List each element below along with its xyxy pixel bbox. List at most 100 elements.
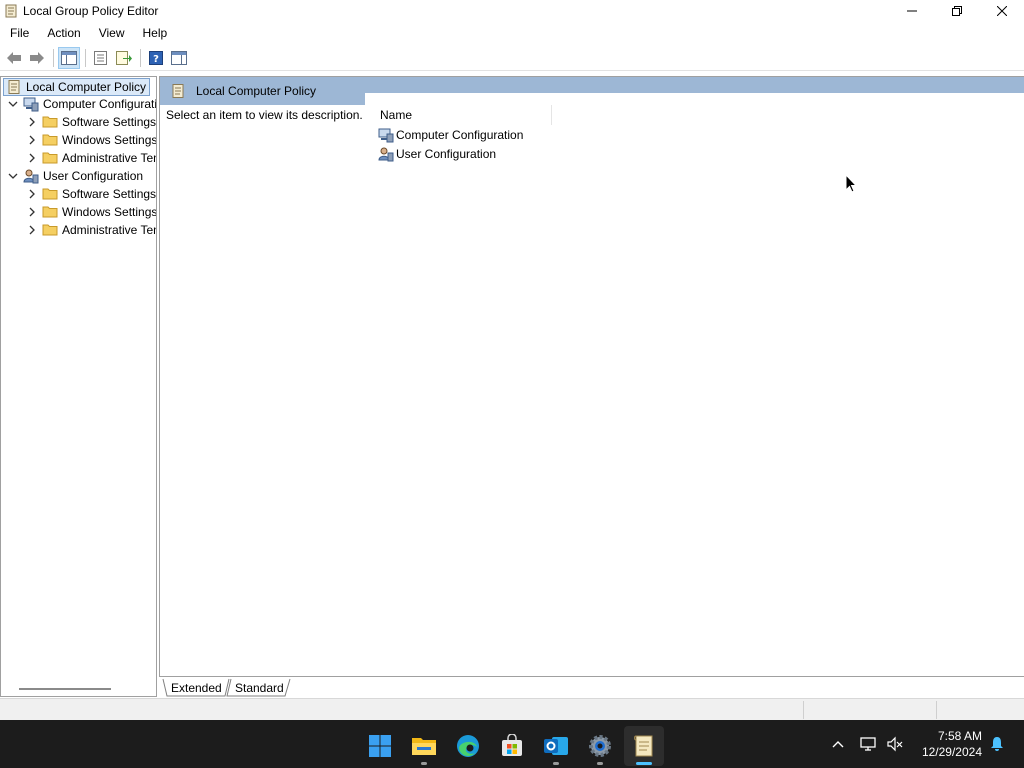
properties-icon: [94, 50, 107, 65]
chevron-right-icon[interactable]: [26, 116, 38, 128]
details-content: [365, 93, 1024, 105]
tree-item-windows-settings[interactable]: Windows Settings: [26, 131, 157, 149]
menu-file[interactable]: File: [0, 23, 37, 43]
taskbar-outlook[interactable]: [536, 726, 576, 766]
tree-item-label: Software Settings: [62, 187, 157, 201]
toolbar: ?: [0, 45, 1024, 71]
active-indicator: [636, 762, 652, 765]
folder-icon: [42, 206, 58, 218]
volume-button[interactable]: [884, 720, 906, 768]
show-hidden-icons-button[interactable]: [826, 720, 850, 768]
computer-config-icon: [23, 97, 39, 112]
menu-help[interactable]: Help: [133, 23, 176, 43]
forward-button[interactable]: [26, 47, 48, 69]
close-icon: [996, 6, 1007, 16]
details-title: Local Computer Policy: [196, 84, 317, 98]
chevron-right-icon[interactable]: [26, 224, 38, 236]
taskbar-group-policy-editor[interactable]: [624, 726, 664, 766]
minimize-button[interactable]: [889, 0, 934, 22]
toolbar-separator: [85, 48, 86, 67]
computer-config-icon: [378, 128, 394, 143]
file-explorer-icon: [412, 738, 436, 755]
tree-item-label: Administrative Templates: [62, 151, 156, 165]
details-content: [160, 105, 1024, 676]
start-button[interactable]: [360, 726, 400, 766]
console-tree: Local Computer Policy Computer Configura…: [0, 76, 157, 697]
properties-button[interactable]: [90, 47, 112, 69]
taskbar-store[interactable]: [492, 726, 532, 766]
chevron-up-icon: [832, 741, 844, 748]
export-list-button[interactable]: [113, 47, 135, 69]
chevron-right-icon[interactable]: [26, 206, 38, 218]
clock-time: 7:58 AM: [937, 729, 982, 743]
help-icon: ?: [149, 50, 163, 65]
tree-item-label: Software Settings: [62, 115, 157, 129]
tree-item-label: Local Computer Policy: [26, 80, 147, 94]
menu-action[interactable]: Action: [37, 23, 88, 43]
tree-item-label: Windows Settings: [62, 133, 157, 147]
chevron-down-icon[interactable]: [7, 98, 19, 110]
tree-item-administrative-templates[interactable]: Administrative Templates: [26, 221, 156, 239]
taskbar-clock[interactable]: 7:58 AM 12/29/2024: [922, 728, 982, 760]
list-item-user-configuration[interactable]: User Configuration: [378, 145, 496, 163]
user-config-icon: [378, 147, 394, 162]
back-arrow-icon: [7, 51, 21, 64]
tree-item-windows-settings[interactable]: Windows Settings: [26, 203, 157, 221]
status-bar: [0, 698, 1024, 720]
network-button[interactable]: [858, 720, 880, 768]
details-header: Local Computer Policy: [160, 77, 365, 105]
chevron-right-icon[interactable]: [26, 152, 38, 164]
tree-item-label: Windows Settings: [62, 205, 157, 219]
forward-arrow-icon: [30, 51, 44, 64]
edge-icon: [457, 735, 479, 757]
chevron-down-icon[interactable]: [7, 170, 19, 182]
taskbar-settings[interactable]: [580, 726, 620, 766]
folder-icon: [42, 188, 58, 200]
show-hide-console-tree-button[interactable]: [58, 46, 80, 69]
running-indicator: [553, 762, 559, 765]
start-icon: [369, 735, 391, 757]
column-header-name[interactable]: Name: [372, 105, 552, 125]
show-hide-action-pane-button[interactable]: [168, 47, 190, 69]
clock-date: 12/29/2024: [921, 745, 982, 759]
taskbar-file-explorer[interactable]: [404, 726, 444, 766]
restore-button[interactable]: [934, 0, 979, 22]
chevron-right-icon[interactable]: [26, 188, 38, 200]
list-item-label: Computer Configuration: [396, 128, 524, 142]
status-separator: [936, 701, 937, 719]
running-indicator: [597, 762, 603, 765]
policy-scroll-icon: [8, 80, 20, 94]
tab-standard[interactable]: Standard: [235, 678, 284, 697]
tree-item-software-settings[interactable]: Software Settings: [26, 185, 156, 203]
close-button[interactable]: [979, 0, 1024, 22]
export-list-icon: [116, 50, 132, 65]
toolbar-separator: [140, 48, 141, 67]
svg-text:?: ?: [153, 54, 159, 65]
status-separator: [803, 701, 804, 719]
list-item-computer-configuration[interactable]: Computer Configuration: [378, 126, 523, 144]
tree-item-label: Administrative Templates: [62, 223, 156, 237]
minimize-icon: [906, 10, 917, 12]
tree-item-local-computer-policy[interactable]: Local Computer Policy: [3, 78, 151, 96]
user-config-icon: [23, 169, 39, 184]
tree-item-computer-configuration[interactable]: Computer Configuration: [7, 95, 156, 113]
chevron-right-icon[interactable]: [26, 134, 38, 146]
volume-muted-icon: [887, 736, 903, 752]
menu-view[interactable]: View: [89, 23, 133, 43]
tree-item-software-settings[interactable]: Software Settings: [26, 113, 156, 131]
tree-item-administrative-templates[interactable]: Administrative Templates: [26, 149, 156, 167]
tree-item-label: User Configuration: [43, 169, 144, 183]
horizontal-scrollbar[interactable]: [19, 688, 111, 690]
title-bar: Local Group Policy Editor: [0, 0, 1024, 22]
tree-item-user-configuration[interactable]: User Configuration: [7, 167, 143, 185]
mouse-cursor-icon: [845, 174, 857, 193]
help-button[interactable]: ?: [145, 47, 167, 69]
running-indicator: [421, 762, 427, 765]
notifications-button[interactable]: [986, 720, 1008, 768]
folder-icon: [42, 152, 58, 164]
tab-extended[interactable]: Extended: [171, 678, 222, 697]
back-button[interactable]: [3, 47, 25, 69]
menu-bar: File Action View Help: [0, 23, 1024, 43]
policy-scroll-icon: [5, 4, 17, 18]
taskbar-edge[interactable]: [448, 726, 488, 766]
